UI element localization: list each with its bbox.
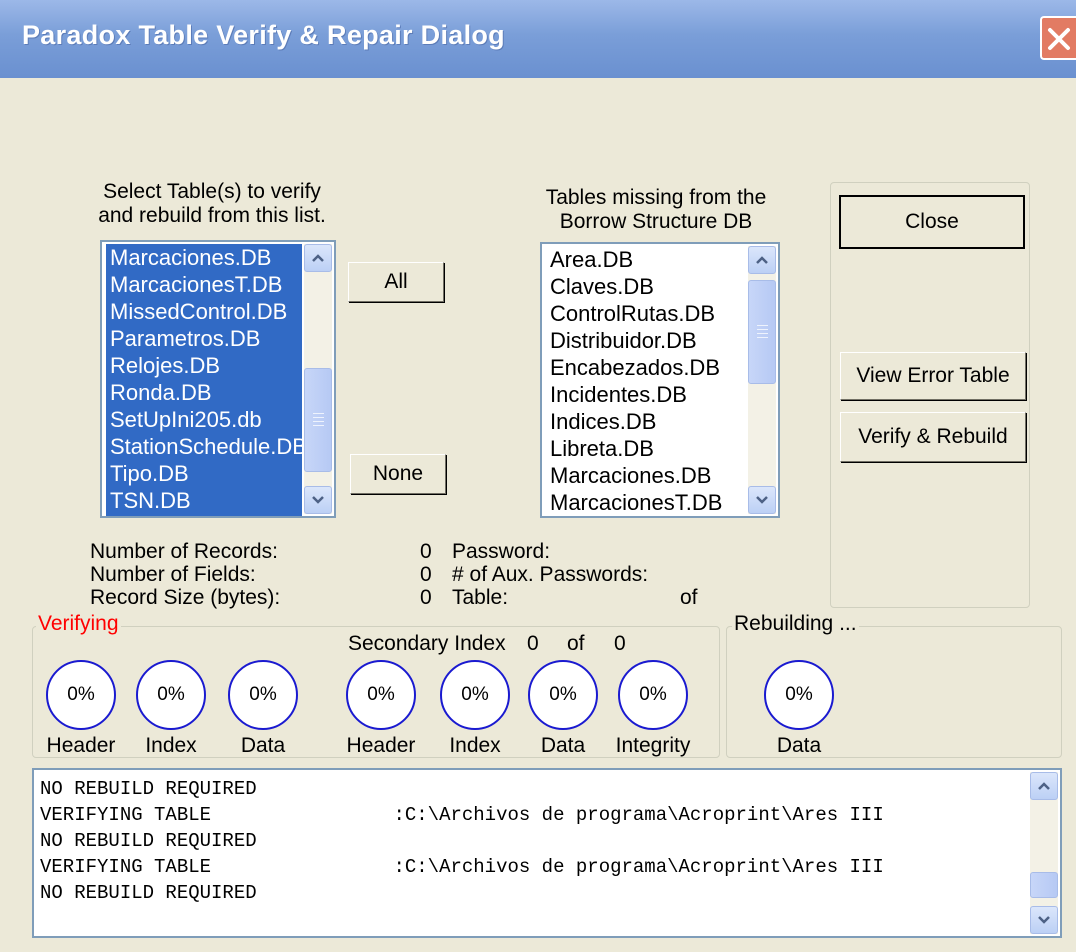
right-list-scrollbar[interactable] (748, 246, 776, 514)
record-size-value: 0 (420, 586, 432, 609)
view-error-table-button[interactable]: View Error Table (840, 352, 1026, 400)
log-scrollbar[interactable] (1030, 772, 1058, 934)
table-label: Table: (452, 586, 509, 609)
progress-gauge: 0% (764, 660, 834, 730)
log-line: VERIFYING TABLE :C:\Archivos de programa… (40, 856, 884, 878)
right-scroll-up-button[interactable] (748, 246, 776, 274)
select-none-button[interactable]: None (350, 454, 446, 494)
progress-gauge: 0% (618, 660, 688, 730)
window-title: Paradox Table Verify & Repair Dialog (22, 20, 505, 50)
close-button[interactable]: Close (839, 195, 1025, 249)
log-scroll-thumb[interactable] (1030, 872, 1058, 898)
verifying-title: Verifying (36, 612, 121, 636)
list-item[interactable]: Relojes.DB (106, 352, 302, 379)
list-item[interactable]: MissedControl.DB (106, 298, 302, 325)
secondary-index-total: 0 (614, 632, 626, 655)
progress-gauge: 0% (528, 660, 598, 730)
record-size-label: Record Size (bytes): (90, 586, 281, 609)
list-item[interactable]: Incidentes.DB (546, 381, 746, 408)
rebuilding-title: Rebuilding ... (732, 612, 859, 636)
list-item[interactable]: Indices.DB (546, 408, 746, 435)
chevron-down-icon (756, 496, 768, 504)
chevron-down-icon (312, 496, 324, 504)
progress-gauge: 0% (346, 660, 416, 730)
verify-rebuild-button[interactable]: Verify & Rebuild (840, 412, 1026, 462)
missing-tables-label-2: Borrow Structure DB (559, 210, 753, 233)
log-line: NO REBUILD REQUIRED (40, 882, 257, 904)
progress-gauge: 0% (46, 660, 116, 730)
secondary-index-label: Secondary Index (348, 632, 506, 655)
list-item[interactable]: ControlRutas.DB (546, 300, 746, 327)
tables-to-verify-items: Marcaciones.DB MarcacionesT.DB MissedContr… (106, 244, 302, 516)
gauge-label: Data (240, 734, 286, 757)
log-line: NO REBUILD REQUIRED (40, 778, 257, 800)
right-scroll-thumb[interactable] (748, 280, 776, 384)
num-records-value: 0 (420, 540, 432, 563)
log-scroll-down-button[interactable] (1030, 906, 1058, 934)
paradox-verify-dialog: Paradox Table Verify & Repair Dialog Sel… (0, 0, 1076, 952)
window-close-button[interactable] (1040, 16, 1076, 60)
list-item[interactable]: Marcaciones.DB (546, 462, 746, 489)
left-scroll-thumb[interactable] (304, 368, 332, 472)
select-all-button[interactable]: All (348, 262, 444, 302)
log-scroll-up-button[interactable] (1030, 772, 1058, 800)
left-scroll-up-button[interactable] (304, 244, 332, 272)
list-item[interactable]: WeekDayName.DB (106, 514, 302, 516)
left-scroll-down-button[interactable] (304, 486, 332, 514)
progress-gauge: 0% (228, 660, 298, 730)
list-item[interactable]: Claves.DB (546, 273, 746, 300)
list-item[interactable]: SetUpIni205.db (106, 406, 302, 433)
table-of-label: of (680, 586, 698, 609)
missing-tables-items: Area.DB Claves.DB ControlRutas.DB Distribui… (546, 246, 746, 516)
gauge-label: Integrity (615, 734, 691, 757)
log-line: VERIFYING TABLE :C:\Archivos de programa… (40, 804, 884, 826)
missing-tables-list[interactable]: Area.DB Claves.DB ControlRutas.DB Distribui… (540, 242, 780, 518)
password-label: Password: (452, 540, 551, 563)
log-line: NO REBUILD REQUIRED (40, 830, 257, 852)
num-fields-value: 0 (420, 563, 432, 586)
list-item[interactable]: Parametros.DB (106, 325, 302, 352)
title-bar[interactable]: Paradox Table Verify & Repair Dialog (0, 0, 1076, 78)
chevron-up-icon (312, 254, 324, 262)
chevron-up-icon (1038, 782, 1050, 790)
list-item[interactable]: StationSchedule.DB (106, 433, 302, 460)
tables-to-verify-list[interactable]: Marcaciones.DB MarcacionesT.DB MissedContr… (100, 240, 336, 518)
missing-tables-label-1: Tables missing from the (545, 186, 767, 209)
list-item[interactable]: MarcacionesT.DB (106, 271, 302, 298)
left-list-scrollbar[interactable] (304, 244, 332, 514)
progress-gauge: 0% (136, 660, 206, 730)
aux-passwords-label: # of Aux. Passwords: (452, 563, 649, 586)
num-records-label: Number of Records: (90, 540, 278, 563)
secondary-index-of: of (567, 632, 585, 655)
chevron-up-icon (756, 256, 768, 264)
log-lines: NO REBUILD REQUIRED VERIFYING TABLE :C:\A… (40, 776, 1024, 936)
gauge-label: Data (776, 734, 822, 757)
list-item[interactable]: TSN.DB (106, 487, 302, 514)
list-item[interactable]: Distribuidor.DB (546, 327, 746, 354)
list-item[interactable]: Tipo.DB (106, 460, 302, 487)
close-icon (1048, 28, 1070, 50)
list-item[interactable]: Encabezados.DB (546, 354, 746, 381)
select-tables-label-1: Select Table(s) to verify (103, 180, 321, 203)
secondary-index-current: 0 (527, 632, 539, 655)
right-scroll-down-button[interactable] (748, 486, 776, 514)
num-fields-label: Number of Fields: (90, 563, 256, 586)
log-output[interactable]: NO REBUILD REQUIRED VERIFYING TABLE :C:\A… (32, 768, 1062, 938)
list-item[interactable]: MarcacionesT.DB (546, 489, 746, 516)
chevron-down-icon (1038, 916, 1050, 924)
list-item[interactable]: Marcaciones.DB (106, 244, 302, 271)
list-item[interactable]: Area.DB (546, 246, 746, 273)
progress-gauge: 0% (440, 660, 510, 730)
list-item[interactable]: Ronda.DB (106, 379, 302, 406)
list-item[interactable]: Libreta.DB (546, 435, 746, 462)
select-tables-label-2: and rebuild from this list. (98, 204, 326, 227)
